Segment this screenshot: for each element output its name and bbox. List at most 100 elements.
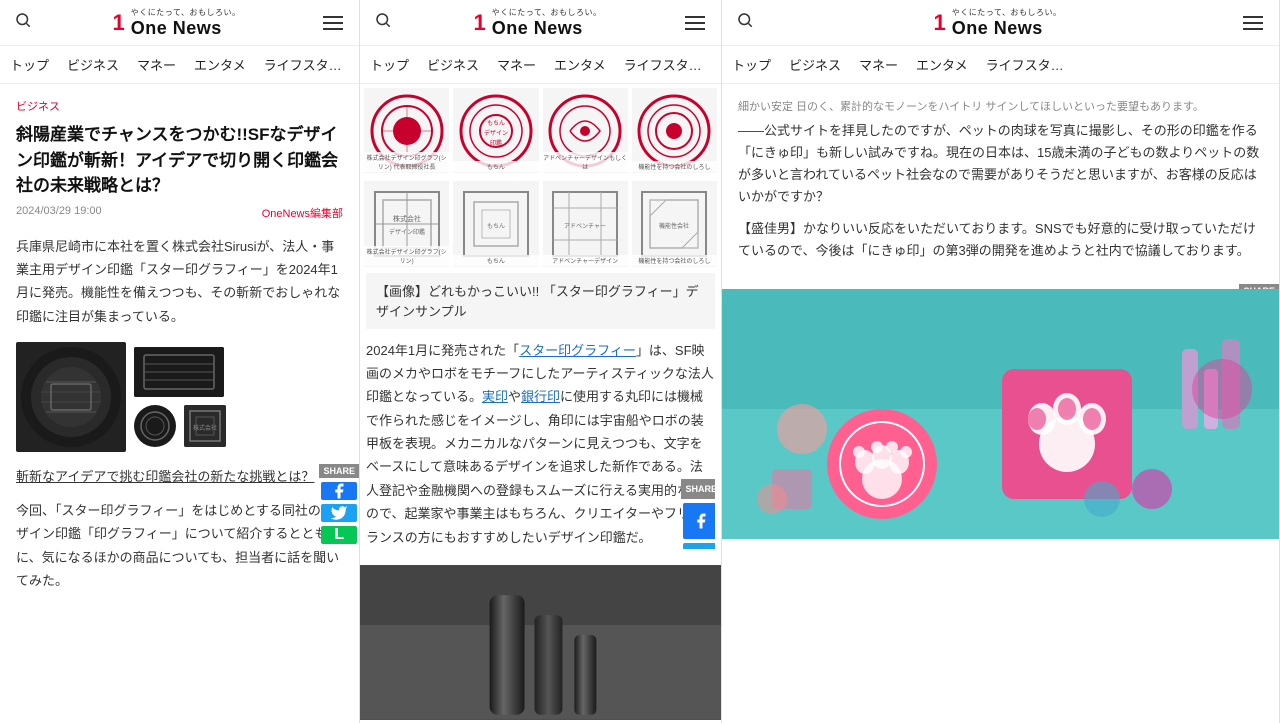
nav-bar-3: トップ ビジネス マネー エンタメ ライフスタ… (722, 46, 1279, 84)
logo-name-3: One News (952, 18, 1062, 39)
logo-mark-2: 1 (474, 12, 486, 34)
article-date: 2024/03/29 19:00 (16, 205, 102, 221)
nav-lifestyle[interactable]: ライフスタ… (264, 51, 342, 78)
article-body-1: 兵庫県尼崎市に本社を置く株式会社Sirusiが、法人・事業主用デザイン印鑑「スタ… (16, 235, 343, 329)
stamp-small-images: 株式会社 (134, 347, 226, 447)
stamp-cell-3: アドベンチャーデザインもしくは (543, 88, 628, 173)
panel-1: 1 やくにたって、おもしろい。 One News トップ ビジネス マネー エン… (0, 0, 360, 723)
line-share-button[interactable]: L (321, 526, 357, 544)
article-link[interactable]: 斬新なアイデアで挑む印鑑会社の新たな挑戦とは？ (16, 466, 343, 485)
logo-3[interactable]: 1 やくにたって、おもしろい。 One News (934, 7, 1062, 39)
nav-business-3[interactable]: ビジネス (789, 51, 841, 78)
stamp-label-3: アドベンチャーデザインもしくは (543, 152, 628, 172)
nav-top-3[interactable]: トップ (732, 51, 771, 78)
menu-icon-2[interactable] (683, 14, 707, 32)
share-label: SHARE (319, 464, 359, 478)
panel-2: 1 やくにたって、おもしろい。 One News トップ ビジネス マネー エン… (360, 0, 722, 723)
svg-text:もちん: もちん (487, 223, 505, 230)
facebook-share-button[interactable] (321, 482, 357, 500)
article-text-p2: 2024年1月に発売された「スター印グラフィー」は、SF映画のメカやロボをモチー… (366, 339, 715, 550)
nav-top-2[interactable]: トップ (370, 51, 409, 78)
svg-text:デザイン: デザイン (484, 129, 508, 137)
caption-box: 【画像】どれもかっこいい!! 「スター印グラフィー」デザインサンプル (366, 273, 715, 329)
stamp-small-1 (134, 347, 224, 397)
bank-stamp-link[interactable]: 銀行印 (521, 389, 560, 404)
search-icon-3[interactable] (736, 11, 754, 34)
logo-text-group: やくにたって、おもしろい。 One News (131, 7, 241, 39)
logo-mark-3: 1 (934, 12, 946, 34)
svg-text:もちん: もちん (487, 120, 505, 127)
stamp-sq-label-4: 機能性を持つ会社のしろし (632, 255, 717, 266)
qa-answer: 【盛佳男】かなりいい反応をいただいております。SNSでも好意的に受け取っていただ… (738, 218, 1263, 262)
square-stamps-grid: 株式会社 デザイン印鑑 株式会社デザイン印グラフ(シリン) もちん もちん (360, 177, 721, 266)
share-block-1: SHARE L (319, 464, 359, 491)
menu-icon[interactable] (321, 14, 345, 32)
nav-money[interactable]: マネー (137, 51, 176, 78)
nav-lifestyle-3[interactable]: ライフスタ… (986, 51, 1064, 78)
nav-entertainment-2[interactable]: エンタメ (554, 51, 606, 78)
svg-text:機能性会社: 機能性会社 (659, 222, 689, 230)
category-label: ビジネス (16, 98, 343, 114)
stamp-images: 株式会社 (16, 342, 343, 452)
nav-lifestyle-2[interactable]: ライフスタ… (624, 51, 702, 78)
search-icon-2[interactable] (374, 11, 392, 34)
logo-tagline-2: やくにたって、おもしろい。 (492, 7, 602, 18)
star-stamp-link[interactable]: スター印グラフィー (519, 343, 636, 358)
bottom-image-p2 (360, 565, 721, 720)
paw-image (722, 289, 1279, 539)
logo-name-2: One News (492, 18, 602, 39)
nav-entertainment-3[interactable]: エンタメ (916, 51, 968, 78)
search-icon[interactable] (14, 11, 32, 34)
logo-tagline: やくにたって、おもしろい。 (131, 7, 241, 18)
content-1: ビジネス 斜陽産業でチャンスをつかむ!!SFなデザイン印鑑が斬新！アイデアで切り… (0, 84, 359, 621)
article-body-p2: 2024年1月に発売された「スター印グラフィー」は、SF映画のメカやロボをモチー… (366, 339, 715, 550)
stamp-sq-cell-3: アドベンチャー アドベンチャーデザイン (543, 181, 628, 266)
logo-mark: 1 (113, 12, 125, 34)
article-author[interactable]: OneNews編集部 (262, 205, 343, 221)
stamp-sq-label-3: アドベンチャーデザイン (543, 255, 628, 266)
stamp-square-1: 株式会社 (184, 405, 226, 447)
qa-block-1: ——公式サイトを拝見したのですが、ペットの肉球を写真に撮影し、その形の印鑑を作る… (738, 120, 1263, 263)
stamp-sq-cell-2: もちん もちん (453, 181, 538, 266)
stamp-cell-2: もちん デザイン 印鑑 もちん (453, 88, 538, 173)
svg-text:デザイン印鑑: デザイン印鑑 (389, 228, 425, 236)
stamp-round-1 (134, 405, 176, 447)
logo[interactable]: 1 やくにたって、おもしろい。 One News (113, 7, 241, 39)
facebook-share-button-2[interactable] (683, 503, 715, 539)
nav-business[interactable]: ビジネス (67, 51, 119, 78)
article-meta: 2024/03/29 19:00 OneNews編集部 (16, 205, 343, 221)
header-2: 1 やくにたって、おもしろい。 One News (360, 0, 721, 46)
article-title: 斜陽産業でチャンスをつかむ!!SFなデザイン印鑑が斬新！アイデアで切り開く印鑑会… (16, 122, 343, 199)
menu-icon-3[interactable] (1241, 14, 1265, 32)
logo-tagline-3: やくにたって、おもしろい。 (952, 7, 1062, 18)
nav-money-2[interactable]: マネー (497, 51, 536, 78)
svg-text:印鑑: 印鑑 (490, 139, 502, 147)
stamp-sq-cell-4: 機能性会社 機能性を持つ会社のしろし (632, 181, 717, 266)
svg-text:株式会社: 株式会社 (193, 424, 217, 432)
twitter-share-button-2[interactable] (683, 543, 715, 549)
stamp-sq-label-2: もちん (453, 255, 538, 266)
share-block-2: SHARE L (681, 479, 715, 550)
stamp-label-1: 株式会社デザイン印グラフ(シリン) 代表取締役社長 (364, 152, 449, 172)
nav-top[interactable]: トップ (10, 51, 49, 78)
caption-text: 【画像】どれもかっこいい!! 「スター印グラフィー」デザインサンプル (376, 284, 699, 319)
circle-stamps-grid: 株式会社デザイン印グラフ(シリン) 代表取締役社長 もちん デザイン 印鑑 もち… (360, 84, 721, 173)
panel-3: 1 やくにたって、おもしろい。 One News トップ ビジネス マネー エン… (722, 0, 1280, 723)
qa-question: ——公式サイトを拝見したのですが、ペットの肉球を写真に撮影し、その形の印鑑を作る… (738, 120, 1263, 208)
panel-3-overlay: 1 やくにたって、おもしろい。 One News トップ ビジネス マネー エン… (722, 0, 1279, 723)
logo-text-group-3: やくにたって、おもしろい。 One News (952, 7, 1062, 39)
header-3: 1 やくにたって、おもしろい。 One News (722, 0, 1279, 46)
header-1: 1 やくにたって、おもしろい。 One News (0, 0, 359, 46)
stamp-sq-cell-1: 株式会社 デザイン印鑑 株式会社デザイン印グラフ(シリン) (364, 181, 449, 266)
nav-money-3[interactable]: マネー (859, 51, 898, 78)
stamp-cell-4: 機能性を持つ会社のしろし (632, 88, 717, 173)
logo-text-group-2: やくにたって、おもしろい。 One News (492, 7, 602, 39)
nav-entertainment[interactable]: エンタメ (194, 51, 246, 78)
twitter-share-button[interactable] (321, 504, 357, 522)
nav-business-2[interactable]: ビジネス (427, 51, 479, 78)
logo-name: One News (131, 18, 241, 39)
stamp-label-4: 機能性を持つ会社のしろし (632, 161, 717, 172)
nav-bar-2: トップ ビジネス マネー エンタメ ライフスタ… (360, 46, 721, 84)
logo-2[interactable]: 1 やくにたって、おもしろい。 One News (474, 7, 602, 39)
real-stamp-link[interactable]: 実印 (482, 389, 508, 404)
